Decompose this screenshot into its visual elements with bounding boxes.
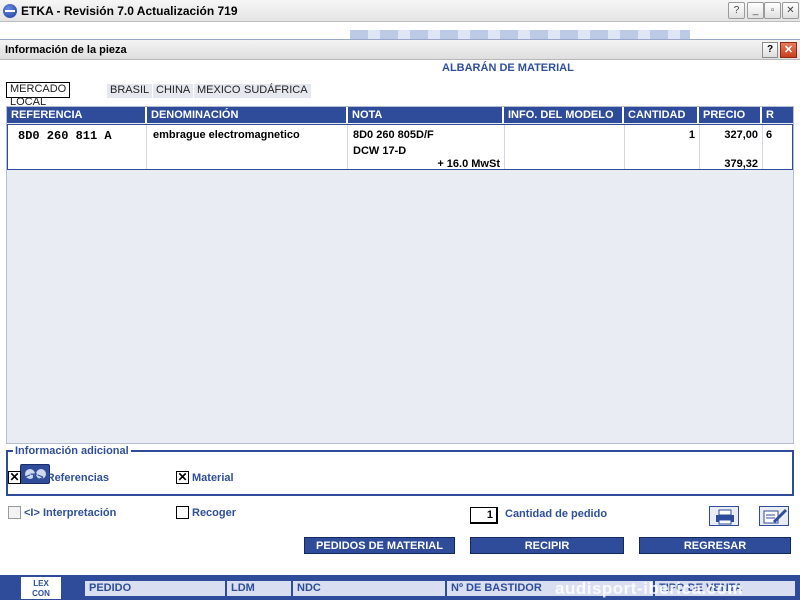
quantity-input[interactable]: 1 <box>470 507 498 524</box>
cantidad-value: 1 <box>688 129 695 141</box>
column-header-referencia[interactable]: REFERENCIA <box>7 107 147 123</box>
cell-info-modelo <box>505 125 625 169</box>
app-help-button[interactable]: ? <box>728 2 745 19</box>
ldm-field[interactable]: LDM <box>227 581 291 596</box>
quantity-label: Cantidad de pedido <box>505 508 608 520</box>
column-header-info-modelo[interactable]: INFO. DEL MODELO <box>504 107 624 123</box>
material-table: REFERENCIA DENOMINACIÓN NOTA INFO. DEL M… <box>6 106 794 444</box>
ndc-field[interactable]: NDC <box>293 581 445 596</box>
edit-icon <box>763 508 788 524</box>
nota-line-1: 8D0 260 805D/F <box>353 129 434 141</box>
app-title: ETKA - Revisión 7.0 Actualización 719 <box>21 4 238 18</box>
recoger-checkbox[interactable] <box>176 506 189 519</box>
interpretacion-label: <I> Interpretación <box>24 507 117 519</box>
referencias-checkbox[interactable]: ✕ <box>8 471 21 484</box>
cell-nota: 8D0 260 805D/F DCW 17-D + 16.0 MwSt <box>348 125 505 170</box>
etka-logo-icon <box>3 4 17 18</box>
cell-referencia: 8D0 260 811 A <box>8 125 147 169</box>
nota-line-2: DCW 17-D <box>353 145 407 157</box>
info-adicional-panel: Información adicional <box>6 445 794 496</box>
pedidos-material-button[interactable]: PEDIDOS DE MATERIAL <box>304 537 455 554</box>
tab-china[interactable]: CHINA <box>153 84 194 98</box>
precio-value: 327,00 <box>724 129 758 141</box>
section-title: ALBARÁN DE MATERIAL <box>442 62 574 74</box>
column-header-denominacion[interactable]: DENOMINACIÓN <box>147 107 348 123</box>
dialog-close-button[interactable]: ✕ <box>780 42 797 58</box>
interpretacion-checkbox[interactable] <box>8 506 21 519</box>
status-bar: LEX CON PEDIDO LDM NDC Nº DE BASTIDOR TI… <box>0 575 800 600</box>
app-close-button[interactable]: ✕ <box>782 2 799 19</box>
denominacion-value: embrague electromagnetico <box>153 129 300 141</box>
edit-button[interactable] <box>759 506 789 526</box>
restore-button[interactable]: ▫ <box>764 2 781 19</box>
table-header: REFERENCIA DENOMINACIÓN NOTA INFO. DEL M… <box>7 107 793 123</box>
column-header-cantidad[interactable]: CANTIDAD <box>624 107 699 123</box>
app-title-bar: ETKA - Revisión 7.0 Actualización 719 ? … <box>0 0 800 22</box>
lexcom-logo[interactable]: LEX CON <box>20 576 62 600</box>
dialog-title-bar: Información de la pieza ? ✕ <box>0 40 800 60</box>
tab-mexico[interactable]: MEXICO <box>194 84 244 98</box>
watermark: audisport-iberica.com <box>555 579 744 598</box>
material-label: Material <box>192 472 234 484</box>
column-header-r[interactable]: R <box>762 107 793 123</box>
recoger-label: Recoger <box>192 507 237 519</box>
cell-cantidad: 1 <box>625 125 700 169</box>
info-adicional-legend: Información adicional <box>13 445 131 457</box>
tax-note: + 16.0 MwSt <box>437 158 500 170</box>
regresar-button[interactable]: REGRESAR <box>639 537 791 554</box>
part-info-dialog: Información de la pieza ? ✕ ALBARÁN DE M… <box>0 39 800 600</box>
column-header-nota[interactable]: NOTA <box>348 107 504 123</box>
dialog-help-button[interactable]: ? <box>762 42 778 58</box>
referencia-value: 8D0 260 811 A <box>18 129 112 143</box>
column-header-precio[interactable]: PRECIO <box>699 107 762 123</box>
cell-denominacion: embrague electromagnetico <box>147 125 348 169</box>
lexcom-logo-line2: CON <box>32 589 50 598</box>
pedido-field[interactable]: PEDIDO <box>85 581 225 596</box>
cell-r: 6 <box>763 125 792 169</box>
lexcom-logo-line1: LEX <box>33 579 49 588</box>
r-value: 6 <box>766 129 773 141</box>
material-checkbox[interactable]: ✕ <box>176 471 189 484</box>
tab-brasil[interactable]: BRASIL <box>107 84 153 98</box>
precio-con-iva-value: 379,32 <box>724 158 758 170</box>
tab-sudafrica[interactable]: SUDÁFRICA <box>241 84 311 98</box>
cell-precio: 327,00 379,32 <box>700 125 763 170</box>
tab-mercado-local[interactable]: MERCADO LOCAL <box>6 82 71 108</box>
printer-icon <box>716 509 734 525</box>
dialog-title: Información de la pieza <box>5 44 127 56</box>
table-row[interactable]: 8D0 260 811 A embrague electromagnetico … <box>7 124 793 170</box>
minimize-button[interactable]: _ <box>747 2 764 19</box>
referencias-label: <T> Referencias <box>24 472 109 484</box>
print-button[interactable] <box>709 506 739 526</box>
recipir-button[interactable]: RECIPIR <box>470 537 624 554</box>
